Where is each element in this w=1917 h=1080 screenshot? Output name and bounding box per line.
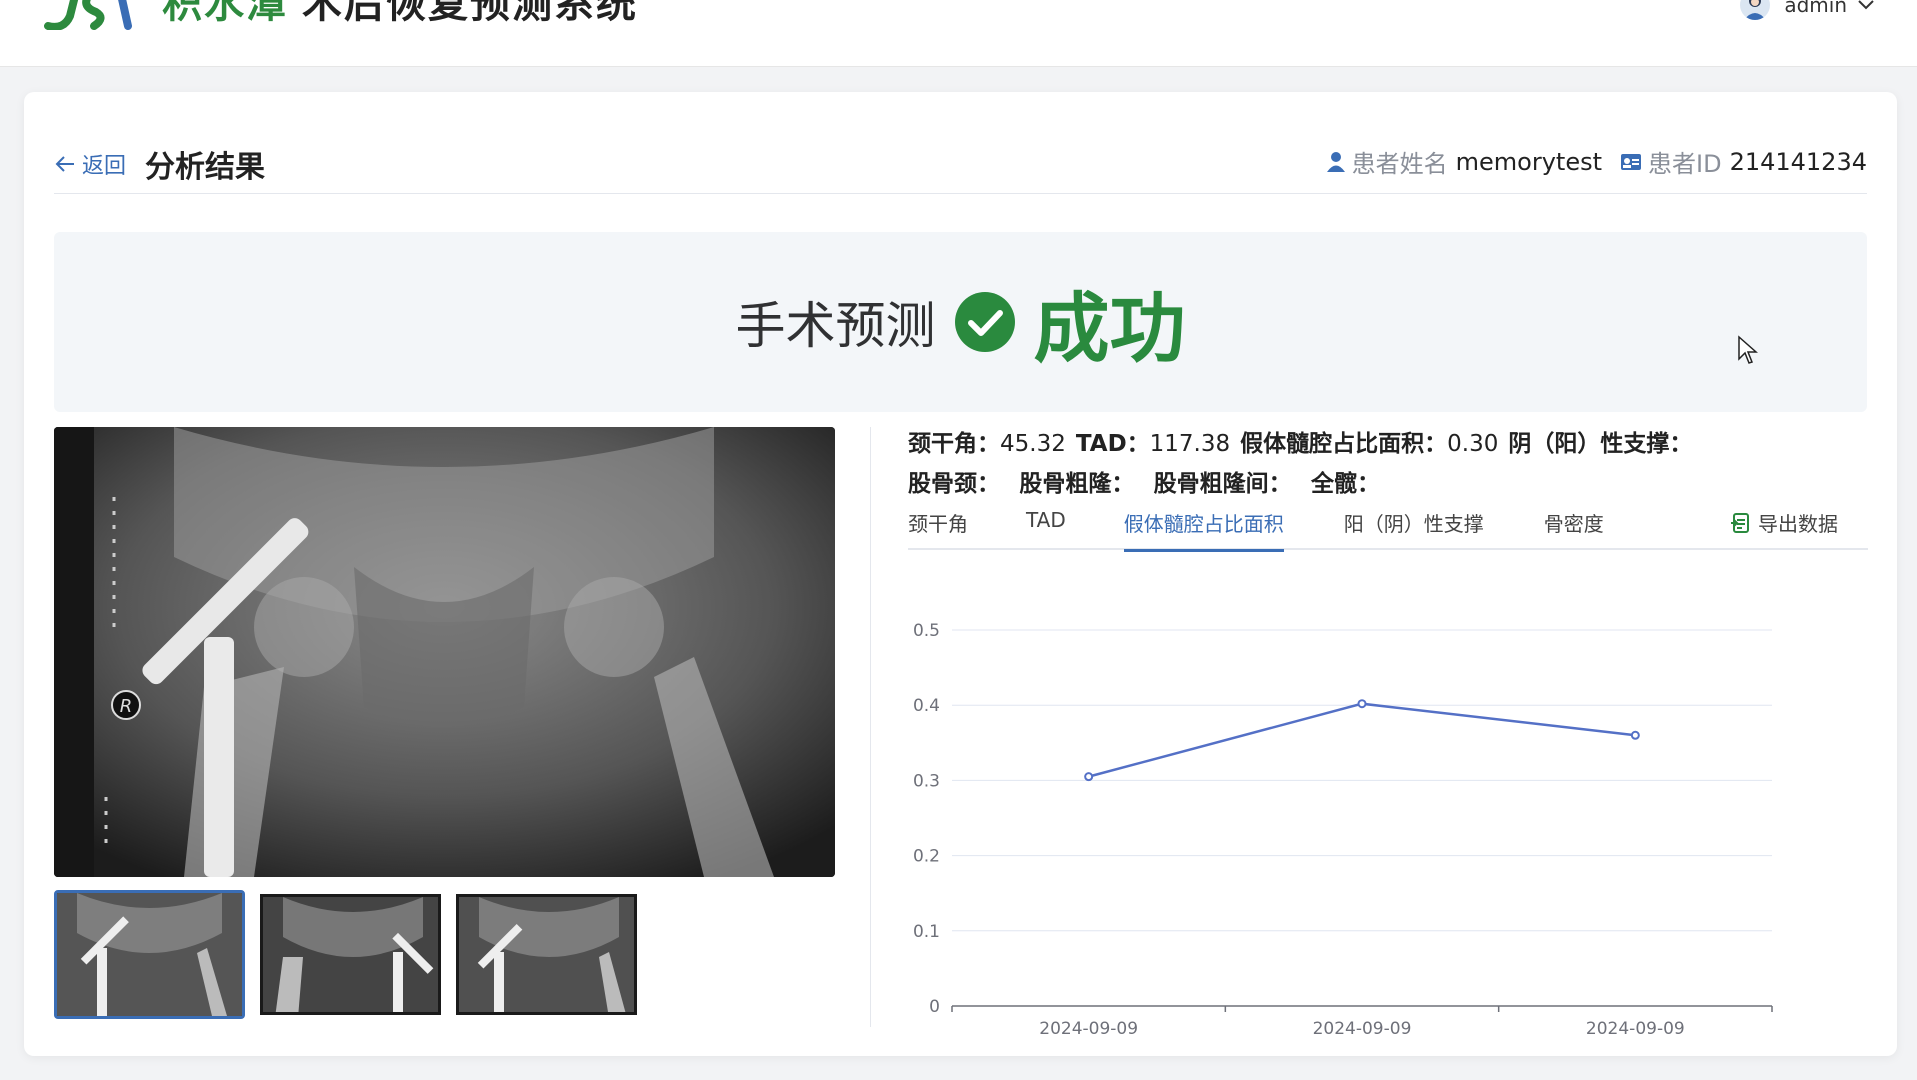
series-line: [1088, 702, 1636, 778]
y-tick-label: 0.5: [913, 621, 940, 641]
check-circle-icon: [954, 292, 1015, 352]
app-name: 术后恢复预测系统: [302, 0, 638, 27]
export-file-icon: [1731, 512, 1749, 533]
patient-name: memorytest: [1455, 147, 1602, 176]
y-tick-label: 0.2: [913, 847, 940, 867]
y-tick-label: 0.3: [913, 771, 940, 791]
brand-name: 积水潭: [162, 0, 288, 27]
tab-bone-density[interactable]: 骨密度: [1544, 500, 1604, 550]
metrics-summary: 颈干角：45.32 TAD：117.38 假体髓腔占比面积：0.30 阴（阳）性支撑：…: [908, 424, 1868, 504]
column-divider: [870, 427, 871, 1027]
patient-id: 214141234: [1729, 147, 1867, 176]
metric-line-2: 股骨颈： 股骨粗隆： 股骨粗隆间： 全髋：: [908, 464, 1868, 504]
page-title: 分析结果: [145, 150, 265, 185]
arrow-left-icon: [55, 156, 74, 172]
user-icon: [1326, 151, 1345, 172]
card-header: 返回 分析结果 患者姓名 memorytest 患者ID 214141234: [54, 132, 1867, 194]
data-point: [1630, 730, 1640, 740]
tab-tad[interactable]: TAD: [1026, 500, 1066, 550]
top-header: 积水潭 术后恢复预测系统 admin: [0, 0, 1917, 67]
logo-icon: [44, 0, 144, 30]
export-data-button[interactable]: 导出数据: [1730, 508, 1838, 537]
xray-main-image[interactable]: R: [54, 427, 835, 877]
line-chart: 0 0.1 0.2 0.3 0.4 0.5 2024-09-09 2024-09-09 2024…: [908, 600, 1868, 1040]
canal-ratio-label: 假体髓腔占比面积：: [1240, 431, 1448, 457]
prediction-value: 成功: [1033, 284, 1186, 373]
avatar: [1740, 0, 1771, 20]
pelvis-xray-image: R: [54, 427, 835, 877]
canal-ratio-value: 0.30: [1447, 431, 1499, 457]
mouse-cursor-icon: [1738, 335, 1758, 364]
export-label: 导出数据: [1758, 512, 1838, 536]
app-title: 积水潭 术后恢复预测系统: [162, 0, 638, 26]
prediction-label: 手术预测: [735, 297, 936, 355]
id-card-icon: [1621, 153, 1641, 170]
tab-support[interactable]: 阳（阴）性支撑: [1344, 500, 1484, 550]
patient-info: 患者姓名 memorytest 患者ID 214141234: [1326, 144, 1867, 179]
y-tick-label: 0.1: [913, 922, 940, 942]
xray-thumbnail-image: [263, 897, 438, 1012]
thumbnail-3[interactable]: [456, 894, 637, 1015]
back-label: 返回: [82, 154, 127, 179]
prediction-result-banner: 手术预测 成功: [54, 232, 1867, 412]
xray-side-marker: R: [120, 696, 133, 717]
thumbnail-2[interactable]: [260, 894, 441, 1015]
patient-name-label: 患者姓名: [1351, 150, 1448, 178]
tab-canal-ratio[interactable]: 假体髓腔占比面积: [1123, 500, 1284, 552]
xray-thumbnail-image: [57, 893, 242, 1016]
back-button[interactable]: 返回: [54, 148, 126, 180]
thumbnail-1[interactable]: [54, 890, 245, 1019]
tab-neck-shaft-angle[interactable]: 颈干角: [908, 500, 968, 550]
metric-tabs: 颈干角 TAD 假体髓腔占比面积 阳（阴）性支撑 骨密度 导出数据: [908, 500, 1868, 552]
y-tick-label: 0.4: [913, 696, 940, 716]
data-point: [1084, 772, 1094, 782]
username: admin: [1784, 0, 1847, 17]
user-avatar-icon: [1744, 0, 1767, 20]
x-tick-label: 2024-09-09: [1586, 1019, 1685, 1039]
femoral-neck-label: 股骨颈：: [908, 471, 1000, 497]
patient-id-label: 患者ID: [1648, 150, 1722, 178]
y-tick-label: 0: [929, 997, 940, 1017]
tad-value: 117.38: [1149, 431, 1231, 457]
neck-shaft-angle-value: 45.32: [1000, 431, 1066, 457]
support-label: 阴（阳）性支撑：: [1508, 431, 1693, 457]
x-tick-label: 2024-09-09: [1313, 1019, 1412, 1039]
neck-shaft-angle-label: 颈干角：: [908, 431, 1000, 457]
greater-trochanter-label: 股骨粗隆：: [1019, 471, 1135, 497]
chart-svg: 0 0.1 0.2 0.3 0.4 0.5 2024-09-09 2024-09-09 2024…: [913, 621, 1773, 1039]
full-hip-label: 全髋：: [1310, 471, 1380, 497]
tad-label: TAD：: [1075, 431, 1150, 457]
user-menu[interactable]: admin: [1740, 0, 1875, 20]
intertrochanteric-label: 股骨粗隆间：: [1153, 471, 1292, 497]
xray-thumbnail-image: [459, 897, 634, 1012]
thumbnail-strip: [54, 890, 652, 1019]
metric-line-1: 颈干角：45.32 TAD：117.38 假体髓腔占比面积：0.30 阴（阳）性支撑：: [908, 424, 1868, 464]
chevron-down-icon: [1858, 0, 1874, 10]
data-point: [1357, 699, 1367, 709]
x-tick-label: 2024-09-09: [1039, 1019, 1138, 1039]
